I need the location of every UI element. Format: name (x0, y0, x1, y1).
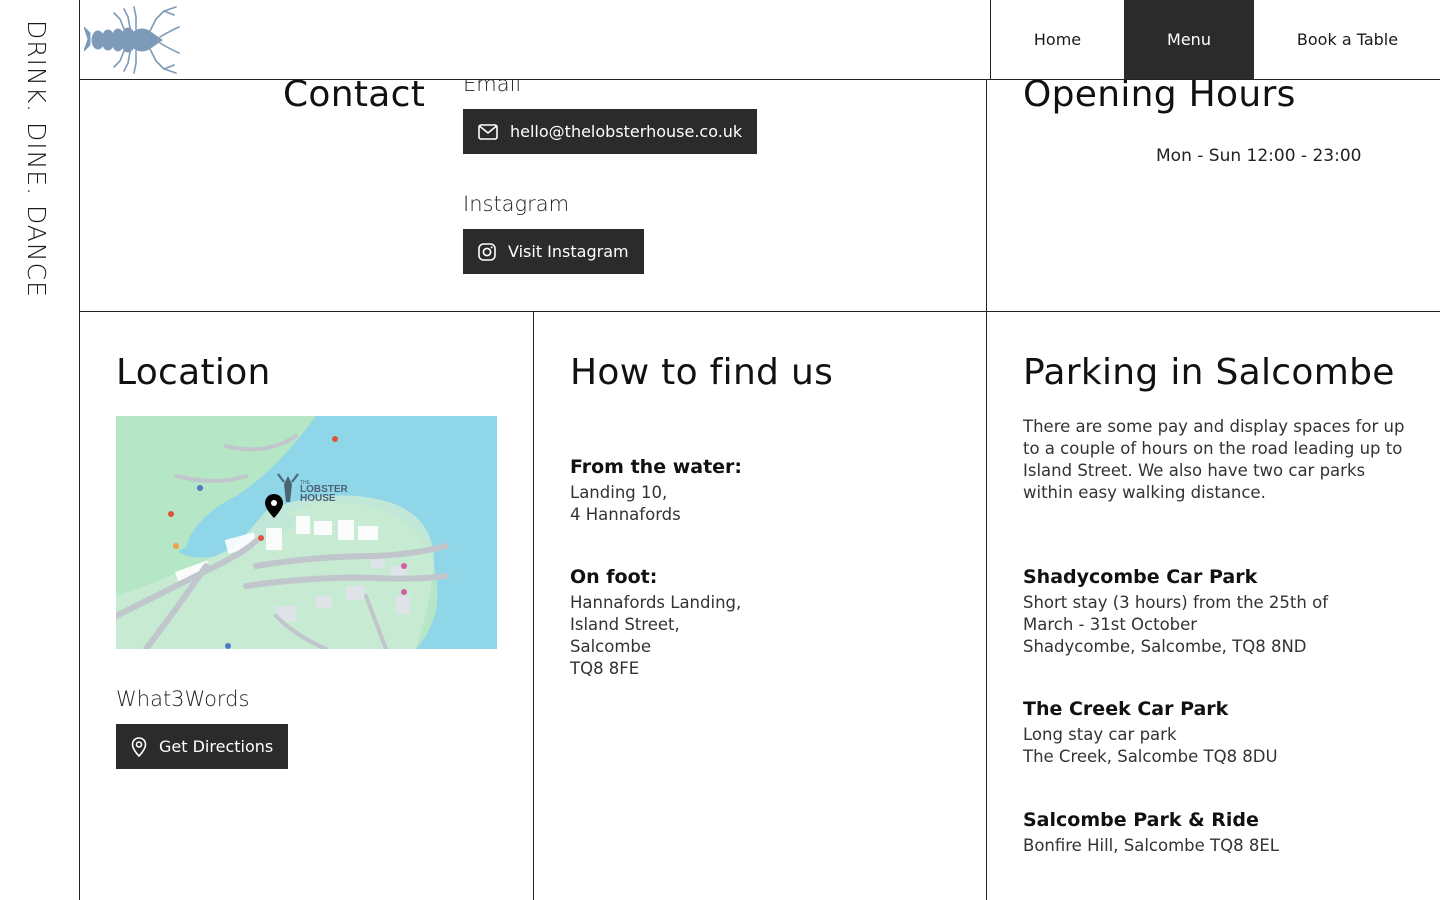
find-us-title: How to find us (570, 352, 834, 393)
nav-book-table[interactable]: Book a Table (1254, 0, 1440, 79)
svg-text:HOUSE: HOUSE (300, 493, 336, 504)
mail-icon (478, 123, 498, 140)
car-park-name: Shadycombe Car Park (1023, 566, 1258, 588)
car-park-line: Short stay (3 hours) from the 25th of (1023, 593, 1329, 612)
car-park-line: The Creek, Salcombe TQ8 8DU (1023, 747, 1278, 766)
email-button-label: hello@thelobsterhouse.co.uk (510, 122, 743, 141)
tagline: DRINK. DINE. DANCE (22, 20, 51, 298)
on-foot-line: TQ8 8FE (570, 659, 640, 678)
location-title: Location (116, 352, 271, 393)
header: Home Menu Book a Table (80, 0, 1440, 80)
instagram-label: Instagram (463, 192, 570, 216)
lobster-logo[interactable] (83, 3, 180, 77)
car-park-creek: The Creek Car Park Long stay car park Th… (1023, 698, 1278, 768)
car-park-line: Bonfire Hill, Salcombe TQ8 8EL (1023, 836, 1279, 855)
car-park-line: March - 31st October (1023, 615, 1198, 634)
opening-hours-text: Mon - Sun 12:00 - 23:00 (1156, 146, 1362, 166)
instagram-button[interactable]: Visit Instagram (463, 229, 644, 274)
location-pin-icon (131, 736, 147, 757)
page: DRINK. DINE. DANCE Home Menu Book a Tabl… (0, 0, 1440, 900)
opening-hours-title: Opening Hours (1023, 74, 1296, 115)
email-button[interactable]: hello@thelobsterhouse.co.uk (463, 109, 758, 154)
car-park-shadycombe: Shadycombe Car Park Short stay (3 hours)… (1023, 566, 1328, 658)
divider-col-2 (986, 311, 987, 900)
get-directions-label: Get Directions (159, 737, 274, 756)
instagram-icon (478, 242, 496, 261)
on-foot-line: Island Street, (570, 615, 680, 634)
location-map[interactable]: THE LOBSTER HOUSE (116, 416, 497, 649)
from-water-line: 4 Hannafords (570, 505, 681, 524)
parking-intro: There are some pay and display spaces fo… (1023, 417, 1405, 502)
on-foot-line: Hannafords Landing, (570, 593, 742, 612)
instagram-button-label: Visit Instagram (508, 242, 629, 261)
get-directions-button[interactable]: Get Directions (116, 724, 289, 769)
divider-col-1 (533, 311, 534, 900)
car-park-park-and-ride: Salcombe Park & Ride Bonfire Hill, Salco… (1023, 809, 1279, 857)
nav-menu[interactable]: Menu (1124, 0, 1254, 79)
divider-top (986, 80, 987, 312)
car-park-line: Shadycombe, Salcombe, TQ8 8ND (1023, 637, 1307, 656)
side-bar: DRINK. DINE. DANCE (0, 0, 80, 900)
what3words-label: What3Words (116, 687, 250, 711)
on-foot-block: On foot: Hannafords Landing, Island Stre… (570, 566, 741, 680)
from-water-title: From the water: (570, 456, 743, 478)
from-water-block: From the water: Landing 10, 4 Hannafords (570, 456, 742, 526)
divider-horizontal (80, 311, 1440, 312)
main-nav: Home Menu Book a Table (990, 0, 1440, 79)
on-foot-title: On foot: (570, 566, 658, 588)
car-park-name: The Creek Car Park (1023, 698, 1229, 720)
car-park-line: Long stay car park (1023, 725, 1177, 744)
parking-title: Parking in Salcombe (1023, 352, 1395, 393)
contact-title: Contact (283, 74, 426, 115)
from-water-line: Landing 10, (570, 483, 668, 502)
nav-home[interactable]: Home (991, 0, 1124, 79)
car-park-name: Salcombe Park & Ride (1023, 809, 1259, 831)
on-foot-line: Salcombe (570, 637, 652, 656)
